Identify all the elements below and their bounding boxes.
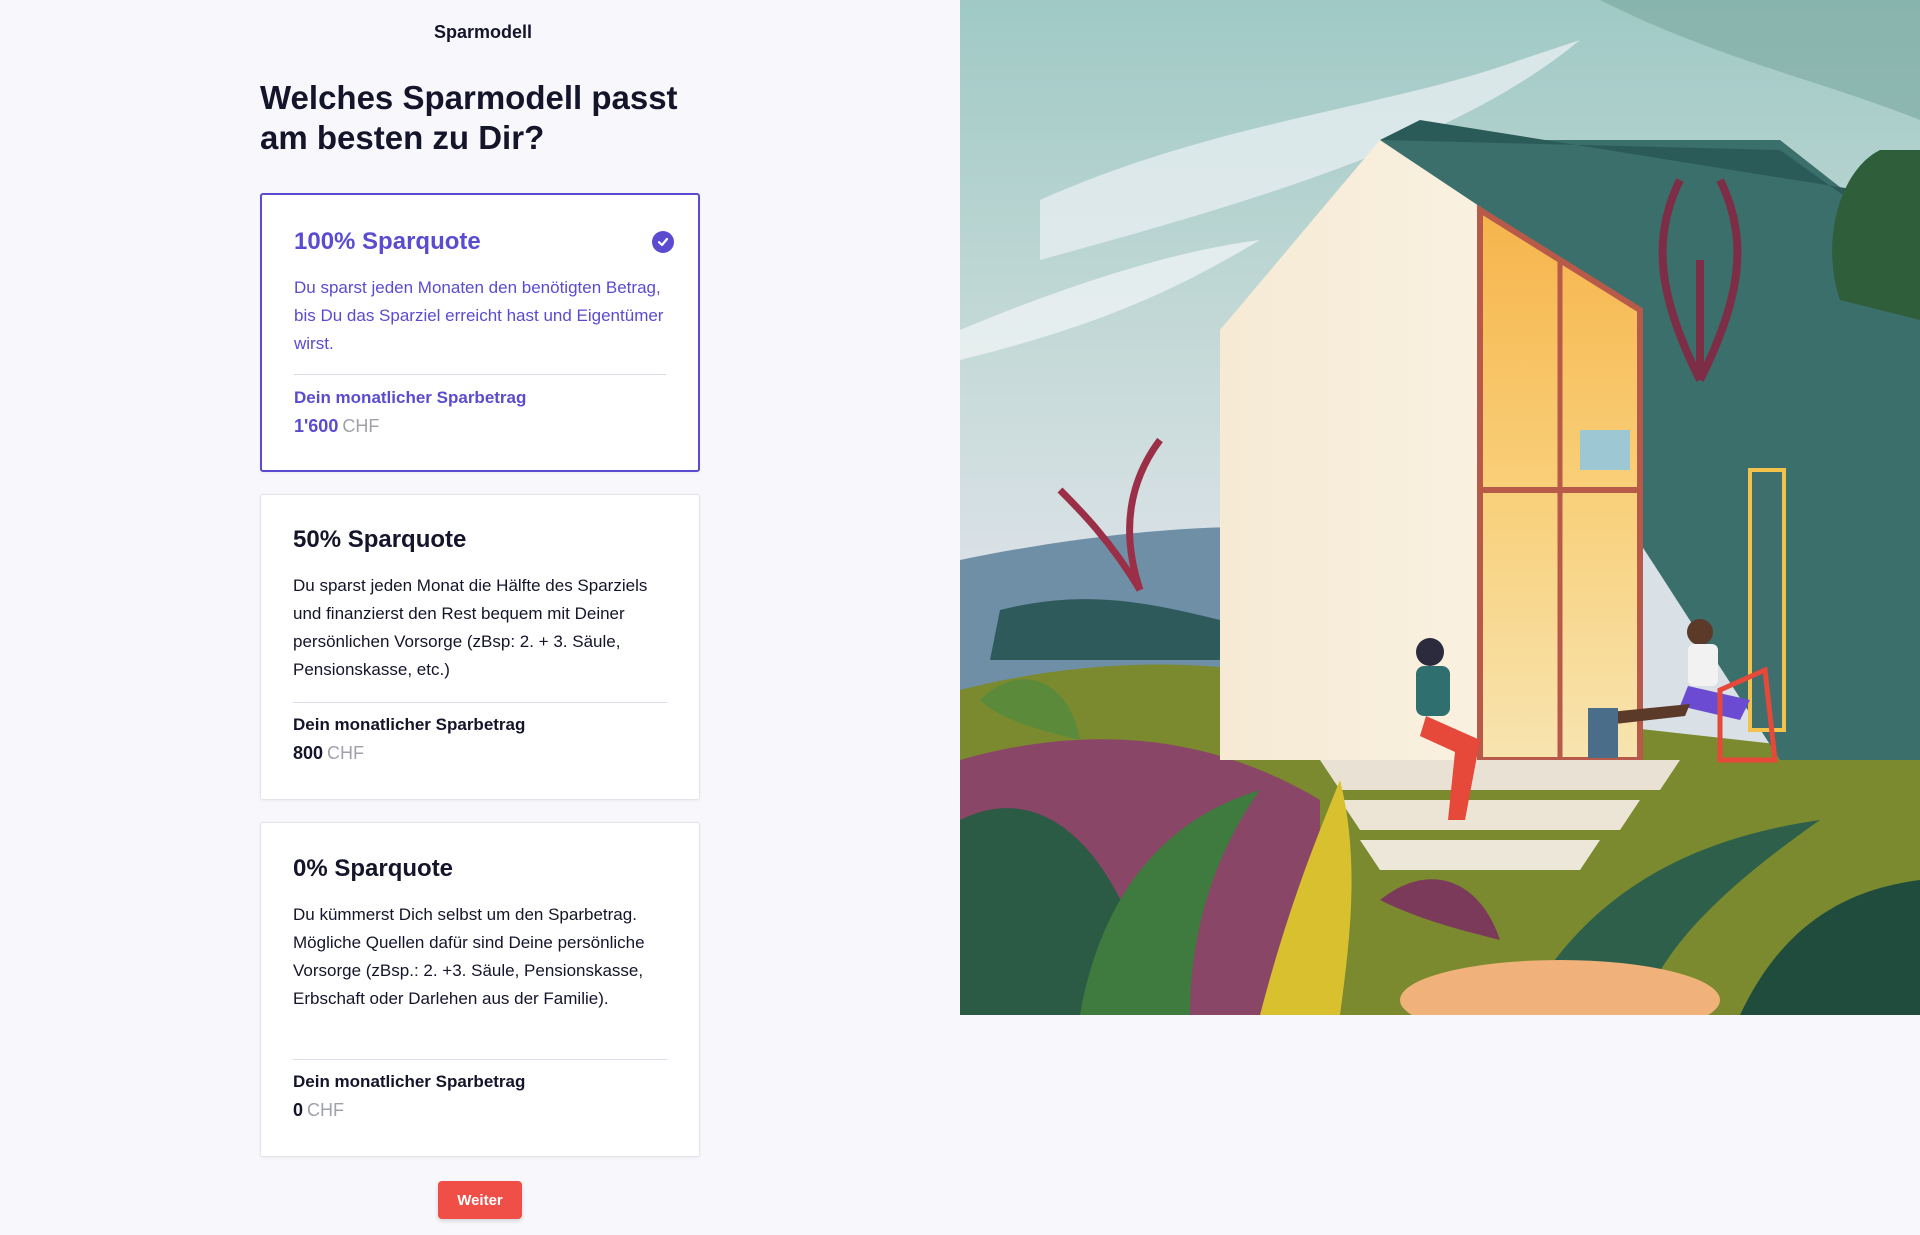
- amount-number: 800: [293, 743, 324, 763]
- option-description: Du sparst jeden Monat die Hälfte des Spa…: [293, 576, 648, 679]
- currency-label: CHF: [327, 743, 365, 763]
- amount-value: 1'600 CHF: [294, 416, 379, 437]
- amount-value: 0 CHF: [293, 1100, 344, 1121]
- amount-number: 0: [293, 1100, 304, 1120]
- option-description: Du kümmerst Dich selbst um den Sparbetra…: [293, 905, 645, 1008]
- divider: [294, 374, 666, 375]
- option-card-100[interactable]: 100% Sparquote Du sparst jeden Monaten d…: [260, 193, 700, 472]
- left-panel: Sparmodell Welches Sparmodell passt am b…: [0, 0, 960, 1235]
- amount-number: 1'600: [294, 416, 339, 436]
- amount-label: Dein monatlicher Sparbetrag: [294, 388, 527, 407]
- next-button[interactable]: Weiter: [438, 1181, 522, 1219]
- option-card-50[interactable]: 50% Sparquote Du sparst jeden Monat die …: [260, 494, 700, 800]
- amount-label: Dein monatlicher Sparbetrag: [293, 715, 526, 734]
- page-title: Welches Sparmodell passt am besten zu Di…: [260, 79, 678, 156]
- divider: [293, 702, 667, 703]
- option-title: 0% Sparquote: [293, 855, 454, 882]
- currency-label: CHF: [342, 416, 380, 436]
- amount-label: Dein monatlicher Sparbetrag: [293, 1072, 526, 1091]
- option-card-0[interactable]: 0% Sparquote Du kümmerst Dich selbst um …: [260, 822, 700, 1157]
- option-title: 100% Sparquote: [294, 228, 481, 255]
- check-circle-icon: [652, 231, 674, 253]
- brand-title: Sparmodell: [433, 22, 533, 42]
- divider: [293, 1059, 667, 1060]
- option-title: 50% Sparquote: [293, 526, 467, 553]
- currency-label: CHF: [307, 1100, 345, 1120]
- option-description: Du sparst jeden Monaten den benötigten B…: [294, 278, 664, 353]
- amount-value: 800 CHF: [293, 743, 364, 764]
- hero-illustration: [960, 0, 1920, 1040]
